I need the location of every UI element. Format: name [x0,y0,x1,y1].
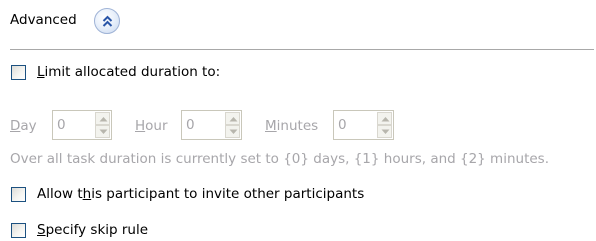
skip-rule-label[interactable]: Specify skip rule [37,222,148,238]
day-value: 0 [57,117,66,133]
minutes-value: 0 [338,117,347,133]
hour-mnemonic: H [135,118,146,134]
arrow-up-icon [381,117,390,122]
hour-spinner[interactable]: 0 [181,110,242,140]
allow-invite-label-start: Allow t [37,186,83,202]
skip-rule-mnemonic: S [37,222,46,238]
limit-duration-mnemonic: L [37,64,45,80]
day-spinner-buttons [95,112,110,138]
minutes-spinner[interactable]: 0 [333,110,394,140]
section-divider [10,49,594,50]
arrow-down-icon [99,129,108,134]
allow-invite-checkbox[interactable] [11,187,26,202]
minutes-label: Minutes [265,118,318,134]
day-increment-button[interactable] [95,112,110,125]
day-spinner[interactable]: 0 [52,110,112,140]
hour-spinner-buttons [225,112,240,138]
limit-duration-label[interactable]: Limit allocated duration to: [37,64,220,80]
allow-invite-label[interactable]: Allow this participant to invite other p… [37,186,364,202]
day-decrement-button[interactable] [95,125,110,138]
skip-rule-label-text: pecify skip rule [45,222,149,238]
minutes-decrement-button[interactable] [377,125,392,138]
allow-invite-mnemonic: h [82,186,92,202]
skip-rule-checkbox[interactable] [11,223,26,238]
limit-duration-checkbox[interactable] [11,65,26,80]
double-chevron-up-icon [102,15,113,27]
hour-increment-button[interactable] [225,112,240,125]
arrow-up-icon [99,117,108,122]
hour-label: Hour [135,118,168,134]
minutes-spinner-buttons [377,112,392,138]
minutes-increment-button[interactable] [377,112,392,125]
day-mnemonic: D [10,118,21,134]
section-title: Advanced [10,12,77,28]
allow-invite-label-end: is participant to invite other participa… [91,186,365,202]
arrow-down-icon [229,129,238,134]
arrow-up-icon [229,117,238,122]
minutes-label-text: inutes [276,118,319,134]
day-label: Day [10,118,37,134]
collapse-section-button[interactable] [94,8,120,34]
arrow-down-icon [381,129,390,134]
limit-duration-label-text: imit allocated duration to: [44,64,221,80]
day-label-text: ay [20,118,37,134]
hour-value: 0 [186,117,195,133]
duration-info-text: Over all task duration is currently set … [10,151,549,167]
minutes-mnemonic: M [265,118,277,134]
hour-label-text: our [145,118,168,134]
hour-decrement-button[interactable] [225,125,240,138]
